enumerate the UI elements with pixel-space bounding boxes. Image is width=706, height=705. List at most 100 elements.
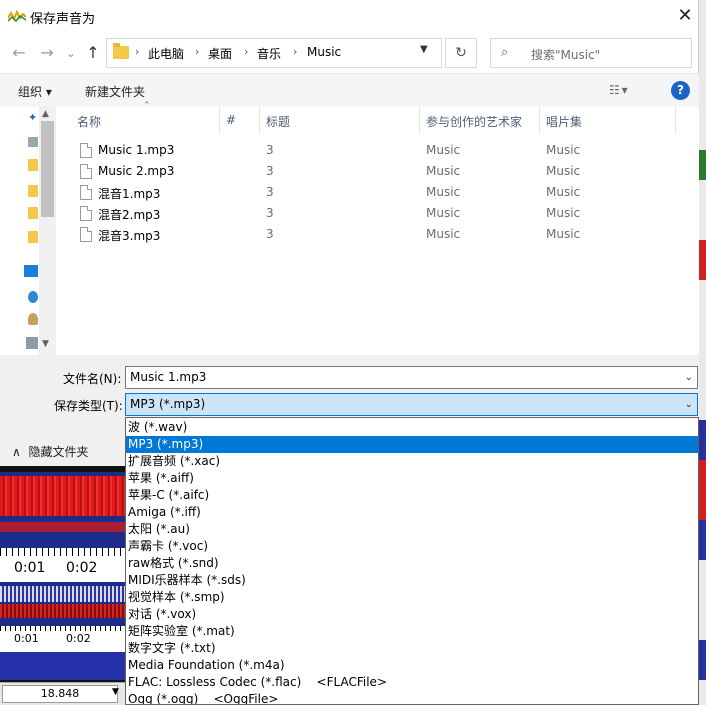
- filetype-option[interactable]: 扩展音频 (*.xac): [126, 453, 698, 470]
- filetype-option[interactable]: 视觉样本 (*.smp): [126, 589, 698, 606]
- chevron-down-icon[interactable]: ▼: [420, 44, 428, 55]
- navigation-pane[interactable]: ✦ ▲ ▼: [0, 107, 56, 355]
- search-input[interactable]: ⌕ 搜索"Music": [490, 38, 692, 68]
- up-arrow-icon[interactable]: ↑: [82, 42, 104, 64]
- column-divider[interactable]: [259, 107, 260, 133]
- folder-icon[interactable]: [28, 231, 38, 243]
- filetype-select[interactable]: MP3 (*.mp3) ⌄: [125, 393, 698, 416]
- scroll-up-icon[interactable]: ▲: [42, 109, 49, 119]
- filetype-option[interactable]: 波 (*.wav): [126, 419, 698, 436]
- filetype-option[interactable]: MIDI乐器样本 (*.sds): [126, 572, 698, 589]
- zoom-field[interactable]: 18.848 ▼: [0, 682, 126, 705]
- filetype-option[interactable]: Ogg (*.ogg) <OggFile>: [126, 691, 698, 704]
- column-divider[interactable]: [219, 107, 220, 133]
- folder-icon[interactable]: [28, 185, 38, 197]
- file-row[interactable]: 混音2.mp3 3 Music Music: [77, 203, 687, 224]
- refresh-button[interactable]: ↻: [445, 38, 477, 68]
- column-header-number[interactable]: #: [226, 113, 236, 127]
- address-bar[interactable]: › 此电脑 › 桌面 › 音乐 › Music ▼: [106, 38, 442, 68]
- column-divider[interactable]: [419, 107, 420, 133]
- filetype-option[interactable]: Amiga (*.iff): [126, 504, 698, 521]
- this-pc-icon[interactable]: [26, 337, 38, 349]
- file-row[interactable]: Music 2.mp3 3 Music Music: [77, 161, 687, 182]
- column-divider[interactable]: [675, 107, 676, 133]
- ruler-label: 0:02: [66, 632, 91, 645]
- file-album: Music: [546, 185, 581, 199]
- filetype-dropdown-list[interactable]: 波 (*.wav) MP3 (*.mp3) 扩展音频 (*.xac) 苹果 (*…: [125, 417, 699, 705]
- file-name: 混音1.mp3: [98, 187, 161, 201]
- sort-ascending-icon: ⌃: [143, 101, 151, 111]
- folder-icon[interactable]: [28, 207, 38, 219]
- file-artist: Music: [426, 206, 461, 220]
- filetype-option[interactable]: 数字文字 (*.txt): [126, 640, 698, 657]
- close-button[interactable]: ✕: [670, 2, 700, 30]
- new-folder-button[interactable]: 新建文件夹: [85, 83, 145, 100]
- column-header-title[interactable]: 标题: [266, 113, 290, 130]
- audio-file-icon: [80, 143, 92, 158]
- forward-arrow-icon[interactable]: →: [36, 42, 58, 64]
- filetype-option[interactable]: raw格式 (*.snd): [126, 555, 698, 572]
- hide-folders-toggle[interactable]: ∧ 隐藏文件夹: [12, 443, 88, 460]
- folder-icon: [113, 43, 129, 59]
- filetype-value[interactable]: MP3 (*.mp3): [130, 397, 205, 411]
- chevron-up-icon[interactable]: ∧: [12, 445, 21, 459]
- file-artist: Music: [426, 185, 461, 199]
- view-options-button[interactable]: ☷ ▾: [609, 83, 628, 97]
- filetype-option[interactable]: Media Foundation (*.m4a): [126, 657, 698, 674]
- file-row[interactable]: Music 1.mp3 3 Music Music: [77, 140, 687, 161]
- column-header-album[interactable]: 唱片集: [546, 113, 582, 130]
- column-header-artist[interactable]: 参与创作的艺术家: [426, 113, 522, 130]
- chevron-down-icon[interactable]: ⌄: [685, 367, 693, 388]
- breadcrumb-separator[interactable]: ›: [293, 45, 297, 58]
- chevron-down-icon[interactable]: ▼: [112, 687, 119, 697]
- file-list[interactable]: ⌃ 名称 # 标题 参与创作的艺术家 唱片集 Music 1.mp3 3 Mus…: [57, 101, 699, 355]
- scroll-down-icon[interactable]: ▼: [42, 339, 49, 349]
- hide-folders-label[interactable]: 隐藏文件夹: [28, 445, 88, 459]
- filetype-label: 保存类型(T):: [54, 399, 123, 413]
- breadcrumb-music-library[interactable]: 音乐: [257, 45, 281, 62]
- scrollbar-thumb[interactable]: [41, 121, 54, 217]
- filename-field[interactable]: Music 1.mp3 ⌄: [125, 366, 698, 389]
- breadcrumb-this-pc[interactable]: 此电脑: [148, 45, 184, 62]
- window-title: 保存声音为: [30, 12, 96, 27]
- breadcrumb-separator[interactable]: ›: [244, 45, 248, 58]
- user-icon[interactable]: [28, 313, 38, 325]
- chevron-down-icon[interactable]: ⌄: [685, 394, 693, 415]
- breadcrumb-music-folder[interactable]: Music: [307, 45, 341, 59]
- back-arrow-icon[interactable]: ←: [8, 42, 30, 64]
- recent-locations-icon[interactable]: ⌄: [60, 42, 82, 64]
- breadcrumb-separator[interactable]: ›: [195, 45, 199, 58]
- background-editor: 0:01 0:02 0:01 0:02 18.848 ▼: [0, 466, 126, 705]
- folder-icon[interactable]: [28, 159, 38, 171]
- background-editor-edge: [699, 0, 706, 705]
- waveform-overview: [0, 582, 126, 626]
- file-number: 3: [266, 143, 274, 157]
- filetype-option-selected[interactable]: MP3 (*.mp3): [126, 436, 698, 453]
- help-button[interactable]: ?: [671, 81, 690, 100]
- filetype-option[interactable]: 对话 (*.vox): [126, 606, 698, 623]
- filetype-option[interactable]: 矩阵实验室 (*.mat): [126, 623, 698, 640]
- filetype-option[interactable]: 苹果-C (*.aifc): [126, 487, 698, 504]
- file-name: Music 1.mp3: [98, 143, 175, 157]
- filetype-option[interactable]: FLAC: Lossless Codec (*.flac) <FLACFile>: [126, 674, 698, 691]
- nav-pane-scrollbar[interactable]: ▲ ▼: [39, 107, 56, 355]
- file-row[interactable]: 混音1.mp3 3 Music Music: [77, 182, 687, 203]
- desktop-icon[interactable]: [24, 265, 38, 277]
- file-number: 3: [266, 185, 274, 199]
- filetype-option[interactable]: 太阳 (*.au): [126, 521, 698, 538]
- breadcrumb-desktop[interactable]: 桌面: [208, 45, 232, 62]
- zoom-value[interactable]: 18.848: [2, 685, 118, 703]
- waveform-top: [0, 472, 126, 548]
- file-row[interactable]: 混音3.mp3 3 Music Music: [77, 224, 687, 245]
- drive-icon[interactable]: [28, 137, 38, 147]
- breadcrumb-separator[interactable]: ›: [135, 45, 139, 58]
- quick-access-icon[interactable]: ✦: [28, 111, 38, 124]
- navigation-bar: ← → ⌄ ↑ › 此电脑 › 桌面 › 音乐 › Music ▼ ↻ ⌕ 搜索…: [0, 33, 699, 73]
- organize-button[interactable]: 组织 ▾: [18, 83, 52, 100]
- onedrive-icon[interactable]: [28, 291, 38, 303]
- column-header-name[interactable]: 名称: [77, 113, 101, 130]
- filename-value[interactable]: Music 1.mp3: [130, 370, 206, 384]
- column-divider[interactable]: [539, 107, 540, 133]
- filetype-option[interactable]: 苹果 (*.aiff): [126, 470, 698, 487]
- filetype-option[interactable]: 声霸卡 (*.voc): [126, 538, 698, 555]
